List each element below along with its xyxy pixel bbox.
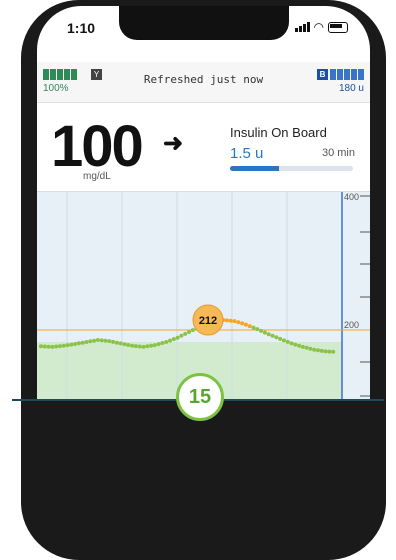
glucose-point [289, 341, 294, 346]
system-status-icons: ◠ [294, 20, 348, 34]
glucose-point [168, 338, 172, 343]
clock: 1:10 [67, 20, 96, 36]
glucose-point [39, 344, 43, 349]
glucose-point [133, 344, 138, 349]
glucose-point [262, 330, 267, 335]
signal-icon [294, 22, 310, 32]
glucose-value: 100 [51, 114, 144, 179]
iob-progress-bar [230, 166, 353, 171]
glucose-point [247, 324, 252, 329]
peak-label: 212 [199, 315, 217, 327]
glucose-point [179, 333, 184, 338]
insulin-reservoir-icon [330, 69, 364, 80]
glucose-point [152, 343, 157, 348]
iob-label: Insulin On Board [230, 125, 327, 140]
glucose-point [61, 343, 66, 348]
glucose-point [327, 349, 332, 354]
glucose-point [183, 331, 188, 336]
glucose-point [293, 342, 298, 347]
iob-value: 1.5 u [230, 145, 264, 162]
glucose-point [118, 341, 123, 346]
glucose-point [80, 340, 85, 345]
glucose-point [84, 340, 89, 344]
step-badge: 15 [176, 373, 224, 421]
glucose-point [156, 342, 161, 347]
glucose-point [187, 330, 191, 334]
glucose-point [331, 349, 336, 354]
insulin-remaining: 180 u [338, 83, 364, 94]
glucose-chart-svg: 400 200 212 [37, 192, 370, 399]
glucose-point [175, 335, 180, 340]
glucose-point [76, 341, 81, 346]
glucose-point [73, 342, 78, 346]
glucose-panel[interactable]: 100 mg/dL ➜ Insulin On Board 1.5 u 30 mi… [37, 103, 370, 192]
glucose-point [160, 341, 165, 345]
glucose-point [171, 337, 176, 342]
glucose-point [255, 327, 260, 332]
glucose-point [164, 340, 169, 344]
glucose-point [149, 343, 154, 348]
glucose-unit: mg/dL [83, 171, 111, 182]
glucose-point [278, 336, 283, 341]
glucose-point [137, 344, 142, 349]
glucose-point [46, 344, 51, 349]
glucose-point [122, 342, 127, 347]
glucose-point [42, 344, 47, 349]
insulin-type-badge: B [317, 69, 328, 80]
glucose-point [240, 321, 245, 326]
device-status-bar: 100% Y Refreshed just now B 180 u [37, 62, 370, 103]
app-screen: 1:10 ◠ 100% Y Refreshed just now B 180 u… [37, 6, 370, 399]
glucose-chart[interactable]: 400 200 212 [37, 192, 370, 399]
notch [119, 6, 289, 40]
glucose-point [285, 339, 290, 344]
glucose-point [316, 348, 320, 353]
trend-arrow-icon: ➜ [163, 130, 184, 157]
glucose-point [308, 346, 313, 351]
glucose-point [297, 343, 302, 348]
glucose-point [228, 318, 233, 323]
glucose-point [65, 343, 70, 348]
glucose-point [312, 347, 317, 352]
y-tick-label: 200 [344, 320, 359, 330]
glucose-point [236, 320, 241, 325]
glucose-point [107, 339, 112, 344]
glucose-point [141, 344, 146, 349]
glucose-point [323, 349, 328, 354]
glucose-point [232, 319, 237, 324]
glucose-point [319, 348, 324, 353]
glucose-point [190, 328, 195, 333]
glucose-point [95, 338, 100, 342]
glucose-point [281, 338, 286, 343]
glucose-point [266, 332, 271, 337]
glucose-point [111, 339, 116, 344]
glucose-point [243, 322, 248, 327]
glucose-point [114, 340, 119, 345]
glucose-point [126, 343, 131, 347]
iob-progress-fill [230, 166, 280, 171]
glucose-point [54, 344, 59, 349]
glucose-point [99, 338, 104, 343]
glucose-point [130, 343, 135, 348]
glucose-point [103, 338, 108, 343]
glucose-point [69, 342, 74, 347]
glucose-point [304, 345, 309, 350]
glucose-point [259, 328, 264, 333]
glucose-point [92, 338, 97, 343]
glucose-point [50, 344, 55, 349]
glucose-point [251, 325, 256, 330]
glucose-point [224, 318, 229, 323]
y-axis-ticks [360, 195, 370, 397]
glucose-point [270, 333, 275, 338]
y-tick-label: 400 [344, 192, 359, 202]
wifi-icon: ◠ [313, 20, 324, 34]
glucose-point [145, 344, 150, 349]
iob-time: 30 min [321, 147, 355, 159]
glucose-point [58, 344, 62, 349]
glucose-point [274, 335, 279, 340]
glucose-point [88, 339, 93, 344]
glucose-point [300, 344, 305, 349]
battery-icon [328, 21, 348, 33]
